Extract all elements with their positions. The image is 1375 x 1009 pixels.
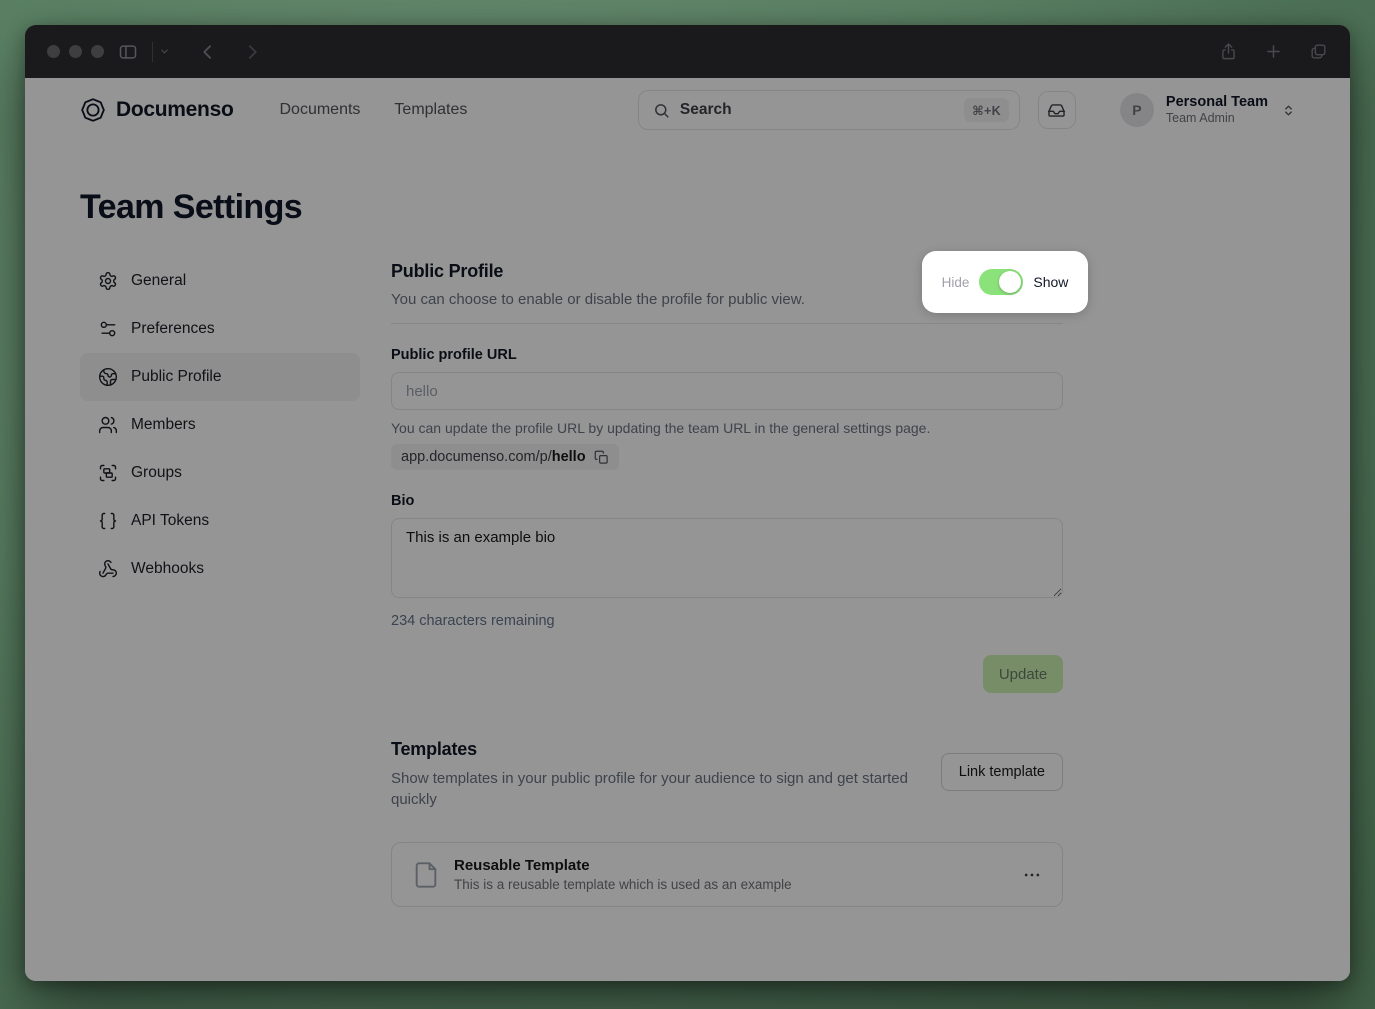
- close-window-button[interactable]: [47, 45, 60, 58]
- page-content: Documenso Documents Templates ⌘+K P: [25, 78, 1350, 981]
- toggle-knob: [999, 271, 1021, 293]
- toolbar-divider: [152, 42, 153, 62]
- share-icon[interactable]: [1219, 42, 1238, 61]
- back-icon[interactable]: [198, 42, 218, 62]
- minimize-window-button[interactable]: [69, 45, 82, 58]
- profile-visibility-spotlight: Hide Show: [922, 251, 1088, 313]
- profile-visibility-toggle[interactable]: [979, 269, 1023, 295]
- toggle-hide-label: Hide: [942, 275, 970, 290]
- new-tab-icon[interactable]: [1264, 42, 1283, 61]
- zoom-window-button[interactable]: [91, 45, 104, 58]
- chevron-down-icon[interactable]: [159, 46, 170, 57]
- browser-window: Documenso Documents Templates ⌘+K P: [25, 25, 1350, 981]
- window-controls: [47, 45, 104, 58]
- tab-overview-icon[interactable]: [1309, 42, 1328, 61]
- forward-icon[interactable]: [242, 42, 262, 62]
- sidebar-icon[interactable]: [118, 42, 138, 62]
- browser-titlebar: [25, 25, 1350, 78]
- toggle-show-label: Show: [1033, 274, 1068, 290]
- dim-overlay: [25, 78, 1350, 981]
